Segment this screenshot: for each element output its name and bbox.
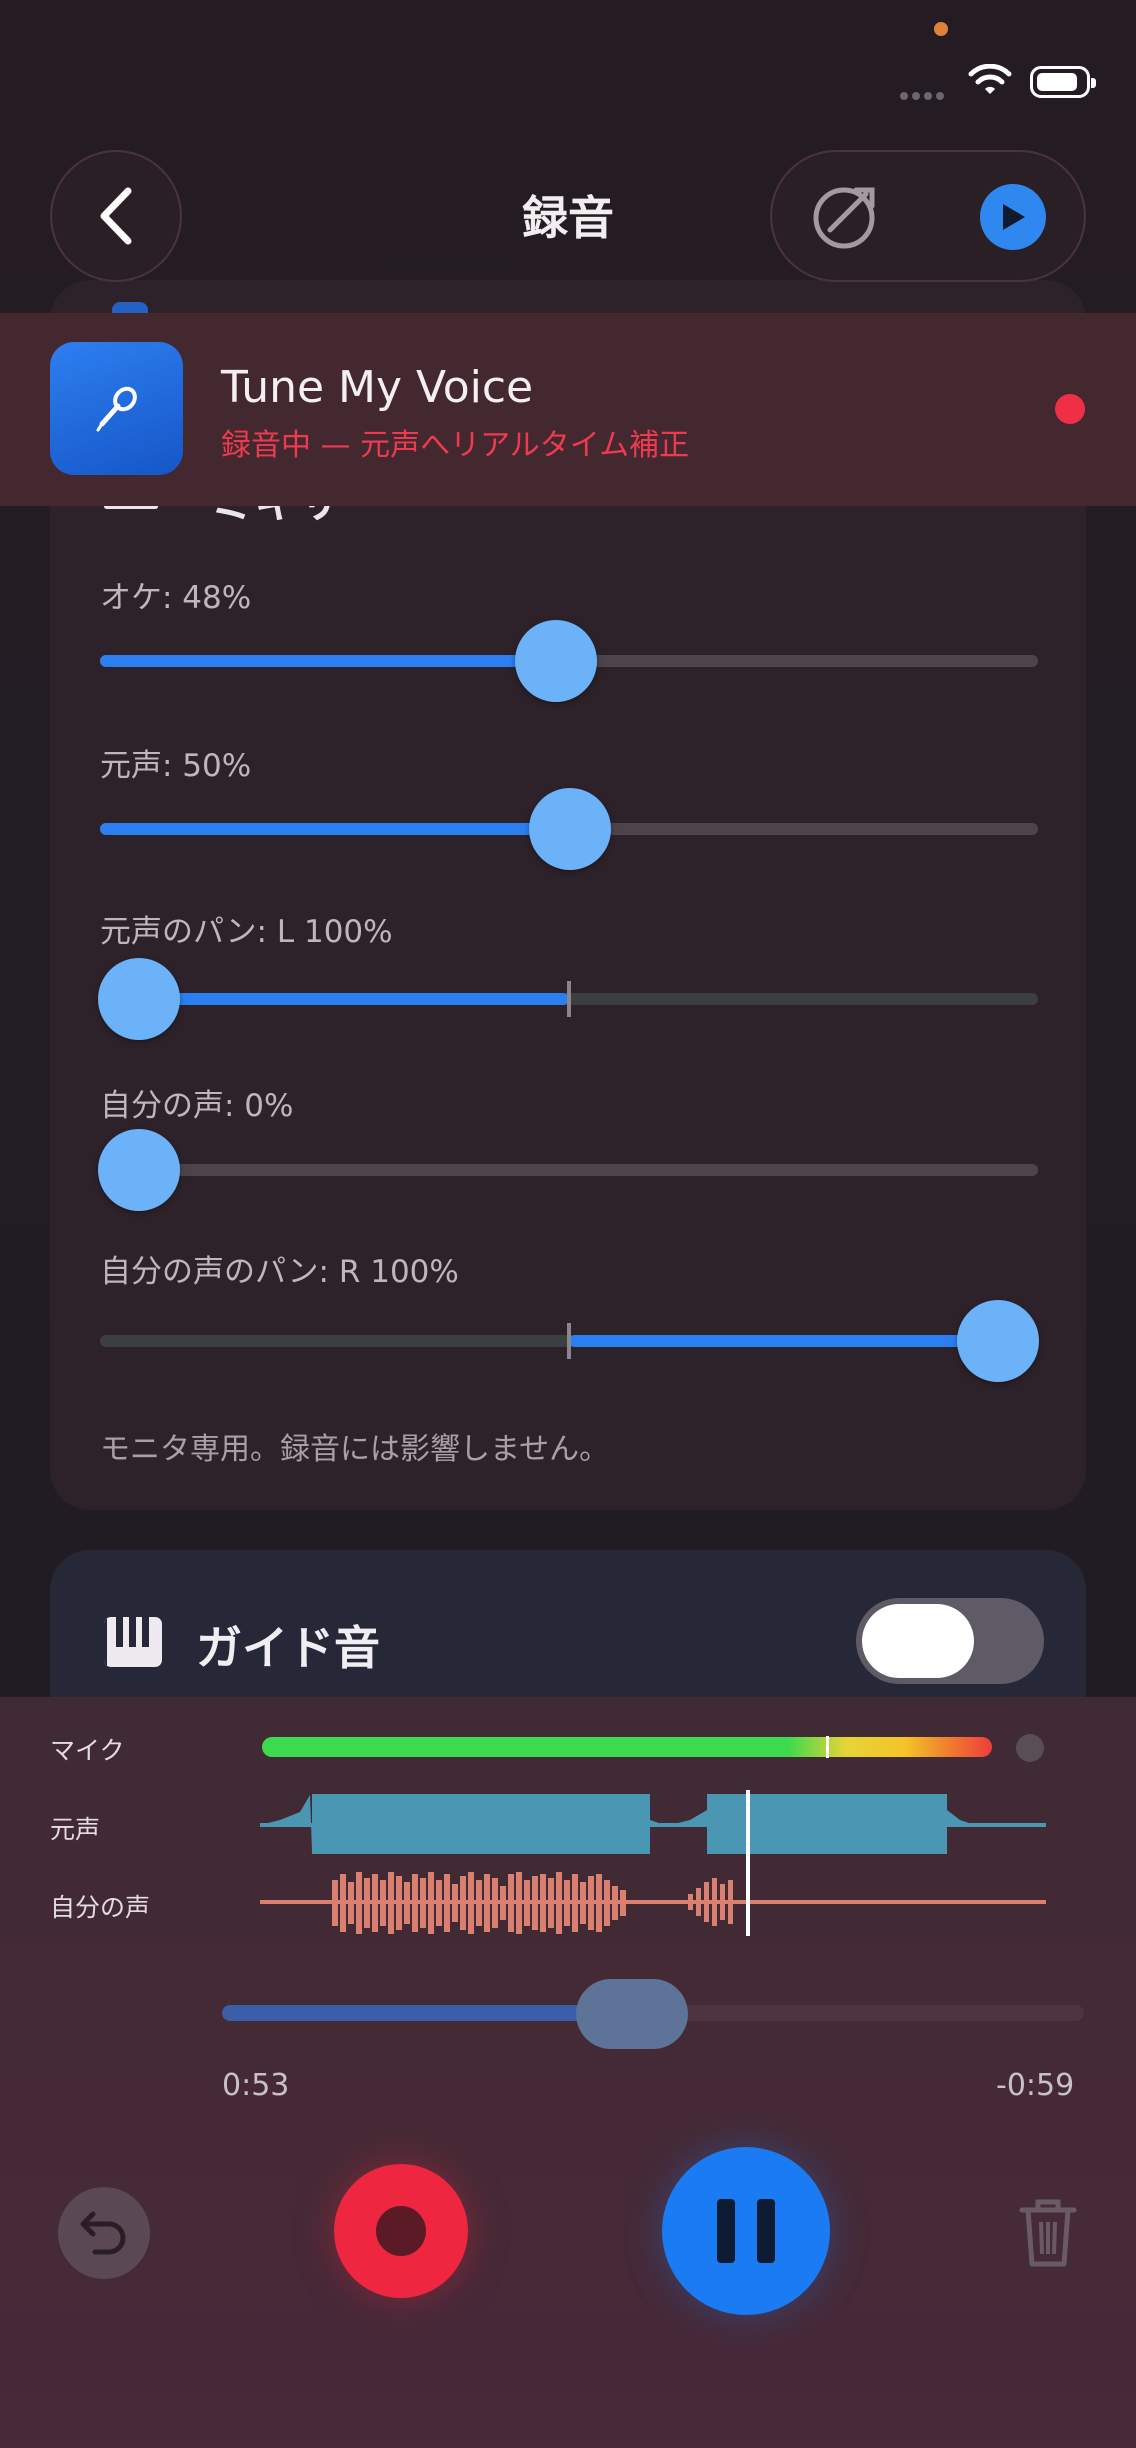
meter-clip-indicator <box>1016 1734 1044 1762</box>
pan-center-mark <box>567 1323 571 1359</box>
toggle-thumb <box>862 1604 974 1678</box>
banner-app-name: Tune My Voice <box>221 362 534 413</box>
slider-label-original: 元声: 50% <box>100 748 252 784</box>
back-button[interactable] <box>50 150 182 282</box>
slider-thumb-self-pan[interactable] <box>957 1300 1039 1382</box>
pitch-off-icon[interactable] <box>808 182 884 252</box>
slider-label-self: 自分の声: 0% <box>100 1088 294 1124</box>
banner-recording-status: 録音中 — 元声へリアルタイム補正 <box>221 428 690 463</box>
slider-thumb-original[interactable] <box>529 788 611 870</box>
microphone-icon <box>96 386 137 431</box>
record-button[interactable] <box>334 2164 468 2298</box>
slider-thumb-original-pan[interactable] <box>98 958 180 1040</box>
slider-thumb-backing[interactable] <box>515 620 597 702</box>
wifi-icon <box>968 64 1012 94</box>
trash-icon[interactable] <box>1016 2196 1080 2268</box>
slider-label-original-pan: 元声のパン: L 100% <box>100 914 393 950</box>
slider-label-backing: オケ: 48% <box>100 580 252 616</box>
cellular-signal-icon <box>900 85 948 104</box>
undo-icon <box>80 2211 126 2255</box>
privacy-indicator <box>934 22 948 36</box>
slider-label-self-pan: 自分の声のパン: R 100% <box>100 1254 459 1290</box>
slider-thumb-self[interactable] <box>98 1129 180 1211</box>
battery-icon <box>1030 66 1096 98</box>
header-actions <box>770 150 1086 282</box>
play-icon <box>1003 204 1025 230</box>
waveform-display[interactable] <box>260 1790 1046 1940</box>
scrub-thumb[interactable] <box>576 1979 688 2049</box>
self-track-label: 自分の声 <box>50 1893 151 1922</box>
page-title: 録音 <box>522 191 614 245</box>
scrub-progress <box>222 2005 612 2021</box>
app-icon <box>50 342 183 475</box>
slider-self[interactable] <box>100 1164 1038 1176</box>
record-icon <box>376 2206 426 2256</box>
mixer-note: モニタ専用。録音には影響しません。 <box>100 1432 610 1467</box>
recording-dot <box>1055 394 1085 424</box>
mic-level-meter <box>262 1737 992 1757</box>
piano-icon <box>104 1617 162 1667</box>
guide-title: ガイド音 <box>196 1621 380 1675</box>
chevron-left-icon <box>100 187 132 245</box>
undo-button[interactable] <box>58 2187 150 2279</box>
elapsed-time: 0:53 <box>222 2068 290 2103</box>
mic-label: マイク <box>50 1736 125 1765</box>
guide-toggle[interactable] <box>856 1598 1044 1684</box>
pan-center-mark <box>567 981 571 1017</box>
preview-play-button[interactable] <box>980 184 1046 250</box>
meter-threshold-mark <box>826 1736 829 1758</box>
pause-icon <box>717 2199 735 2263</box>
remaining-time: -0:59 <box>996 2068 1075 2103</box>
pause-button[interactable] <box>662 2147 830 2315</box>
original-track-label: 元声 <box>50 1815 101 1844</box>
